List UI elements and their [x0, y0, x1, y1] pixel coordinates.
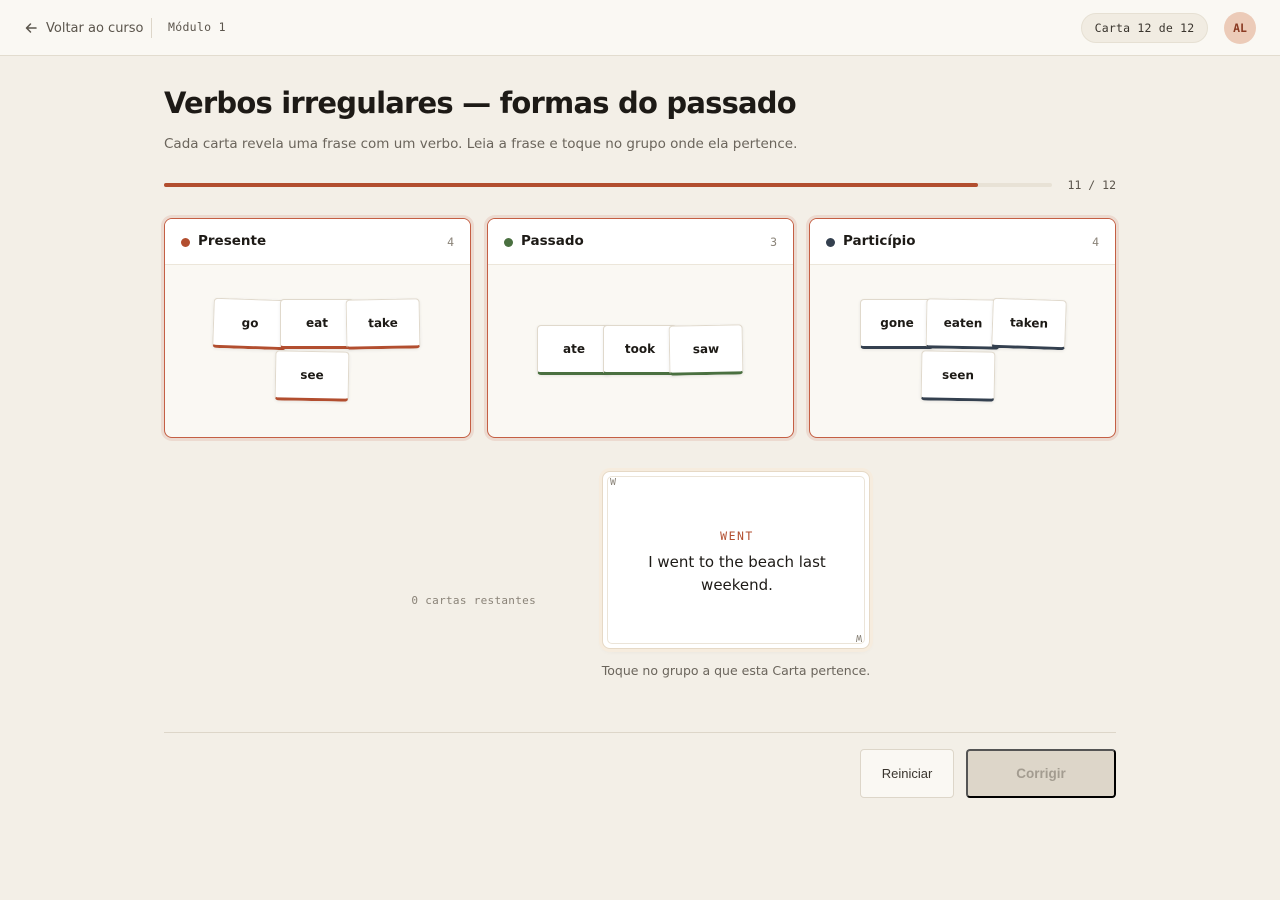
verb-chip: go: [212, 297, 288, 351]
group-name: Particípio: [843, 233, 916, 249]
group-count: 4: [1092, 235, 1099, 249]
group-name: Presente: [198, 233, 267, 249]
card-corner-top: W: [610, 477, 617, 488]
top-divider: [151, 18, 152, 38]
group-header: Particípio 4: [810, 219, 1115, 265]
verb-chip: seen: [920, 350, 996, 402]
back-link-label: Voltar ao curso: [46, 20, 144, 36]
back-to-course-link[interactable]: Voltar ao curso: [24, 18, 144, 38]
progress-fill: [164, 183, 978, 187]
cards-remaining: 0 cartas restantes: [411, 594, 536, 607]
group-color-dot: [181, 238, 190, 247]
progress-bar: [164, 183, 1052, 187]
group-name: Passado: [521, 233, 584, 249]
group-participio[interactable]: Particípio 4 gone eaten taken seen: [809, 218, 1116, 438]
verb-chip: saw: [668, 324, 744, 376]
card-sentence: I went to the beach last weekend.: [648, 553, 826, 594]
verb-chip: ate: [537, 325, 611, 375]
verb-chip: taken: [991, 297, 1067, 351]
card-verb: WENT: [720, 529, 754, 543]
verb-chip: gone: [860, 299, 934, 349]
active-card[interactable]: W W WENT I went to the beach last weeken…: [602, 471, 870, 649]
group-passado[interactable]: Passado 3 ate took saw: [487, 218, 794, 438]
group-header: Presente 4: [165, 219, 470, 265]
group-count: 3: [770, 235, 777, 249]
verb-chip: took: [603, 325, 677, 375]
verb-chip: eaten: [925, 298, 1001, 350]
module-label: Módulo 1: [168, 20, 226, 34]
reset-button[interactable]: Reiniciar: [860, 749, 954, 798]
card-counter-badge: Carta 12 de 12: [1081, 13, 1208, 43]
progress-text: 11 / 12: [1067, 178, 1116, 192]
card-corner-bottom: W: [855, 632, 862, 643]
arrow-left-icon: [25, 23, 37, 33]
user-avatar[interactable]: AL: [1224, 12, 1256, 44]
group-header: Passado 3: [488, 219, 793, 265]
group-presente[interactable]: Presente 4 go eat take see: [164, 218, 471, 438]
card-hint: Toque no grupo a que esta Carta pertence…: [601, 663, 871, 678]
top-bar: Voltar ao curso Módulo 1 Carta 12 de 12 …: [0, 0, 1280, 56]
verb-chip: take: [345, 298, 421, 350]
group-color-dot: [504, 238, 513, 247]
page-subtitle: Cada carta revela uma frase com um verbo…: [164, 136, 798, 152]
verb-chip: see: [274, 350, 350, 402]
page-title: Verbos irregulares — formas do passado: [164, 86, 797, 120]
group-count: 4: [447, 235, 454, 249]
group-color-dot: [826, 238, 835, 247]
footer-divider: [164, 732, 1116, 733]
check-button[interactable]: Corrigir: [966, 749, 1116, 798]
verb-chip: eat: [280, 299, 354, 349]
